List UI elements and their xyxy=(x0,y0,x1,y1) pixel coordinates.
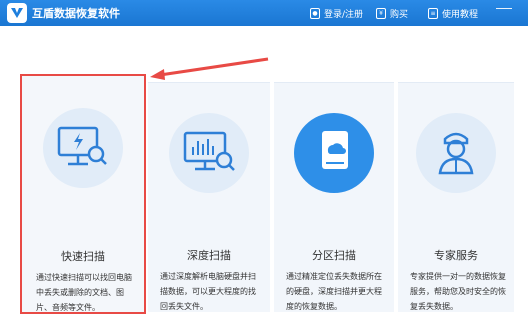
buy-label: 购买 xyxy=(390,9,409,20)
expert-service-card[interactable]: 专家服务 专家提供一对一的数据恢复服务，帮助您及时安全的恢复丢失数据。 xyxy=(398,82,514,312)
main-content: 快速扫描 通过快速扫描可以找回电脑中丢失或删除的文档、图片、音频等文件。 深度扫… xyxy=(0,26,528,314)
doctor-icon xyxy=(438,132,474,175)
deep-scan-card[interactable]: 深度扫描 通过深度解析电脑硬盘并扫描数据，可以更大程度的找回丢失文件。 xyxy=(148,82,270,312)
tutorial-label: 使用教程 xyxy=(442,9,479,20)
quick-scan-card[interactable]: 快速扫描 通过快速扫描可以找回电脑中丢失或删除的文档、图片、音频等文件。 xyxy=(20,74,146,314)
expert-service-title: 专家服务 xyxy=(434,249,478,262)
monitor-search-icon xyxy=(57,126,107,166)
deep-scan-description: 通过深度解析电脑硬盘并扫描数据，可以更大程度的找回丢失文件。 xyxy=(160,272,256,311)
expert-service-icon-circle xyxy=(416,113,496,193)
cloud-drive-icon xyxy=(322,131,348,169)
tutorial-button[interactable]: ≡ 使用教程 xyxy=(428,5,478,21)
expert-service-description: 专家提供一对一的数据恢复服务，帮助您及时安全的恢复丢失数据。 xyxy=(410,272,506,311)
quick-scan-description: 通过快速扫描可以找回电脑中丢失或删除的文档、图片、音频等文件。 xyxy=(36,273,132,312)
login-register-button[interactable]: ● 登录/注册 xyxy=(310,5,363,21)
partition-scan-title: 分区扫描 xyxy=(312,249,356,262)
title-bar: 互盾数据恢复软件 ● 登录/注册 ¥ 购买 ≡ 使用教程 xyxy=(0,0,528,26)
monitor-chart-icon xyxy=(183,131,235,171)
login-register-label: 登录/注册 xyxy=(324,9,364,20)
buy-button[interactable]: ¥ 购买 xyxy=(376,5,408,21)
purchase-icon: ¥ xyxy=(376,7,386,19)
user-icon: ● xyxy=(310,7,320,19)
app-title: 互盾数据恢复软件 xyxy=(32,7,120,20)
partition-scan-card[interactable]: 分区扫描 通过精准定位丢失数据所在的硬盘，深度扫描并更大程度的恢复数据。 xyxy=(274,82,394,312)
deep-scan-icon-circle xyxy=(169,113,249,193)
deep-scan-title: 深度扫描 xyxy=(187,249,231,262)
quick-scan-icon-circle xyxy=(43,108,123,188)
quick-scan-title: 快速扫描 xyxy=(61,250,105,263)
minimize-button[interactable] xyxy=(496,0,512,9)
partition-scan-icon-circle xyxy=(294,113,374,193)
document-icon: ≡ xyxy=(428,7,438,19)
app-logo-icon xyxy=(7,3,27,23)
partition-scan-description: 通过精准定位丢失数据所在的硬盘，深度扫描并更大程度的恢复数据。 xyxy=(286,272,382,311)
